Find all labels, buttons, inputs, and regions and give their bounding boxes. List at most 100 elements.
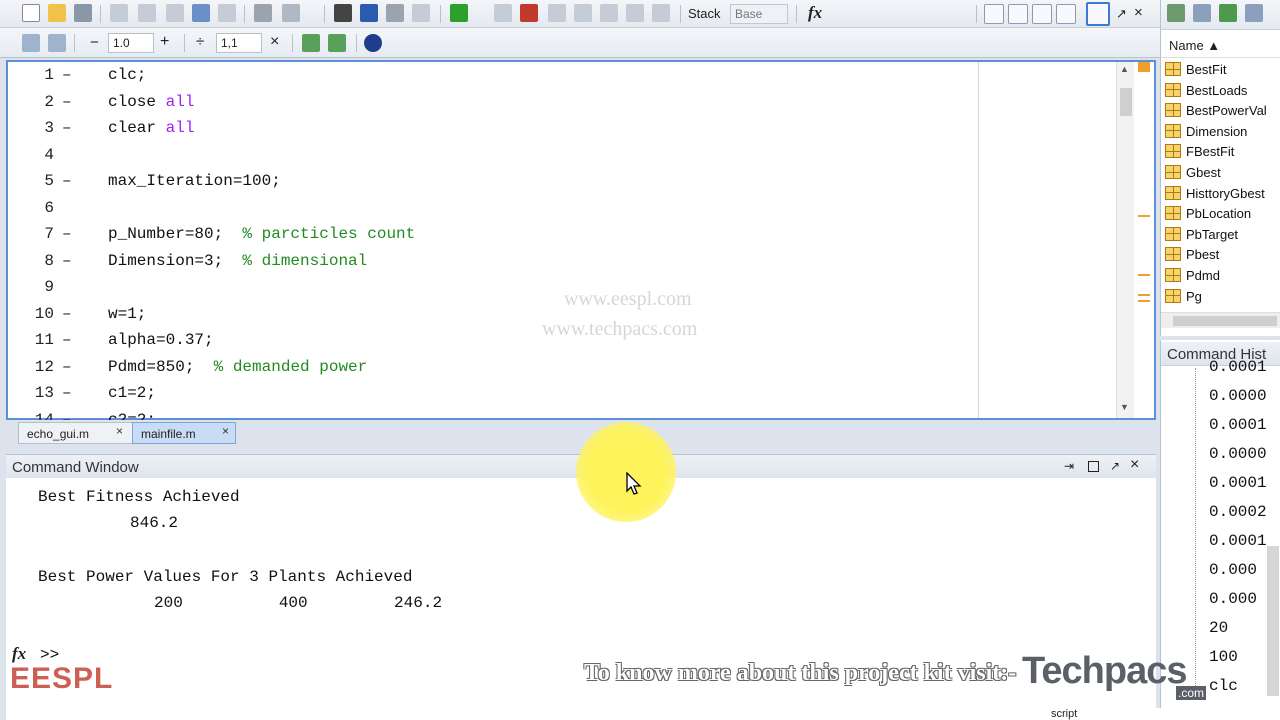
code-text: alpha=0.37; [108,331,214,349]
clear-breakpoints-icon[interactable] [520,4,538,22]
continue-icon[interactable] [626,4,644,22]
cell-evaluate-icon[interactable] [48,34,66,52]
function-icon[interactable] [412,4,430,22]
increment-input[interactable]: 1.0 [108,33,154,53]
history-scrollbar[interactable] [1267,546,1279,696]
exit-debug-icon[interactable] [652,4,670,22]
tab-label: echo_gui.m [27,427,90,441]
redo-icon[interactable] [218,4,236,22]
workspace-variable[interactable]: Pbest [1165,247,1219,267]
split-vertical-icon[interactable] [1008,4,1028,24]
code-text: w=1; [108,305,146,323]
breakpoint-dash[interactable]: – [62,331,72,349]
breakpoint-dash[interactable]: – [62,66,72,84]
history-entry[interactable]: 0.0001 [1209,358,1267,376]
code-statement: w=1; [108,304,147,323]
cell-input[interactable]: 1,1 [216,33,262,53]
cut-icon[interactable] [110,4,128,22]
workspace-variable[interactable]: Gbest [1165,165,1221,185]
line-number: 13 [34,384,54,402]
paste-icon[interactable] [166,4,184,22]
breakpoint-dash[interactable]: – [62,225,72,243]
breakpoint-icon[interactable] [494,4,512,22]
import-icon[interactable] [1193,4,1211,22]
open-folder-icon[interactable] [48,4,66,22]
history-entry[interactable]: 100 [1209,648,1238,666]
step-in-icon[interactable] [574,4,592,22]
step-icon[interactable] [548,4,566,22]
breakpoint-dash[interactable]: – [62,358,72,376]
history-entry[interactable]: 0.000 [1209,590,1257,608]
decrement-button[interactable]: − [90,34,99,51]
close-icon[interactable]: × [1130,456,1139,474]
undo-icon[interactable] [192,4,210,22]
cell-mode-2-icon[interactable] [328,34,346,52]
name-column-header[interactable]: Name ▲ [1169,38,1220,53]
code-comment: % dimensional [242,251,368,270]
close-icon[interactable]: × [1134,4,1143,21]
cell-mode-icon[interactable] [302,34,320,52]
stack-label: Stack [688,6,721,21]
breakpoint-dash[interactable]: – [62,172,72,190]
publish-icon[interactable] [282,4,300,22]
step-out-icon[interactable] [600,4,618,22]
tile-icon[interactable] [984,4,1004,24]
breakpoint-dash[interactable]: – [62,384,72,402]
workspace-variable[interactable]: Pdmd [1165,268,1220,288]
workspace-select[interactable]: Base [730,4,788,24]
cell-insert-icon[interactable] [22,34,40,52]
maximize-icon[interactable] [1088,461,1099,472]
history-entry[interactable]: 20 [1209,619,1228,637]
float-icon[interactable] [1056,4,1076,24]
maximize-icon[interactable] [1086,2,1110,26]
workspace-variable[interactable]: BestLoads [1165,82,1247,103]
increment-button[interactable]: + [160,33,169,51]
dock-icon[interactable]: ⇥ [1064,459,1074,473]
workspace-variable[interactable]: BestPowerVal [1165,103,1267,123]
breakpoint-dash[interactable]: – [62,119,72,137]
breakpoint-dash[interactable]: – [62,252,72,270]
save-icon[interactable] [74,4,92,22]
workspace-variable[interactable]: PbLocation [1165,206,1251,226]
tab-close-icon[interactable]: × [222,424,229,438]
undock-icon[interactable]: ↗ [1116,6,1127,22]
history-entry[interactable]: clc [1209,677,1238,695]
save-workspace-icon[interactable] [1219,4,1237,22]
plot-icon[interactable] [1245,4,1263,22]
workspace-variable[interactable]: Dimension [1165,123,1247,144]
workspace-variable[interactable]: PbTarget [1165,226,1238,247]
workspace-variable[interactable]: FBestFit [1165,144,1234,164]
fx-label[interactable]: fx [808,3,822,23]
run-icon[interactable] [450,4,468,22]
undock-icon[interactable]: ↗ [1110,459,1120,473]
find-icon[interactable] [334,4,352,22]
workspace-hscroll[interactable] [1161,312,1280,328]
workspace-variable[interactable]: Pg [1165,288,1202,309]
history-entry[interactable]: 0.000 [1209,561,1257,579]
tab-close-icon[interactable]: × [116,424,123,438]
split-horizontal-icon[interactable] [1032,4,1052,24]
workspace-variable[interactable]: HisttoryGbest [1165,185,1265,206]
editor-pane[interactable]: 1– clc; 2– close all 3– clear all 4 5– max_Itera… [6,60,1156,429]
workspace-variable[interactable]: BestFit [1165,62,1226,82]
copy-icon[interactable] [138,4,156,22]
back-icon[interactable] [360,4,378,22]
breakpoint-dash[interactable]: – [62,93,72,111]
editor-scrollbar[interactable]: ▲ ▼ [1116,62,1134,418]
new-variable-icon[interactable] [1167,4,1185,22]
new-file-icon[interactable] [22,4,40,22]
tab-mainfile[interactable]: mainfile.m [132,422,236,444]
history-entry[interactable]: 0.0001 [1209,474,1267,492]
fx-icon[interactable]: fx [12,644,26,664]
multiply-button[interactable]: × [270,33,279,51]
history-entry[interactable]: 0.0001 [1209,532,1267,550]
help-icon[interactable] [364,34,382,52]
history-entry[interactable]: 0.0000 [1209,387,1267,405]
divide-button[interactable]: ÷ [196,33,204,50]
print-icon[interactable] [254,4,272,22]
history-entry[interactable]: 0.0002 [1209,503,1267,521]
history-entry[interactable]: 0.0000 [1209,445,1267,463]
history-entry[interactable]: 0.0001 [1209,416,1267,434]
forward-icon[interactable] [386,4,404,22]
breakpoint-dash[interactable]: – [62,305,72,323]
